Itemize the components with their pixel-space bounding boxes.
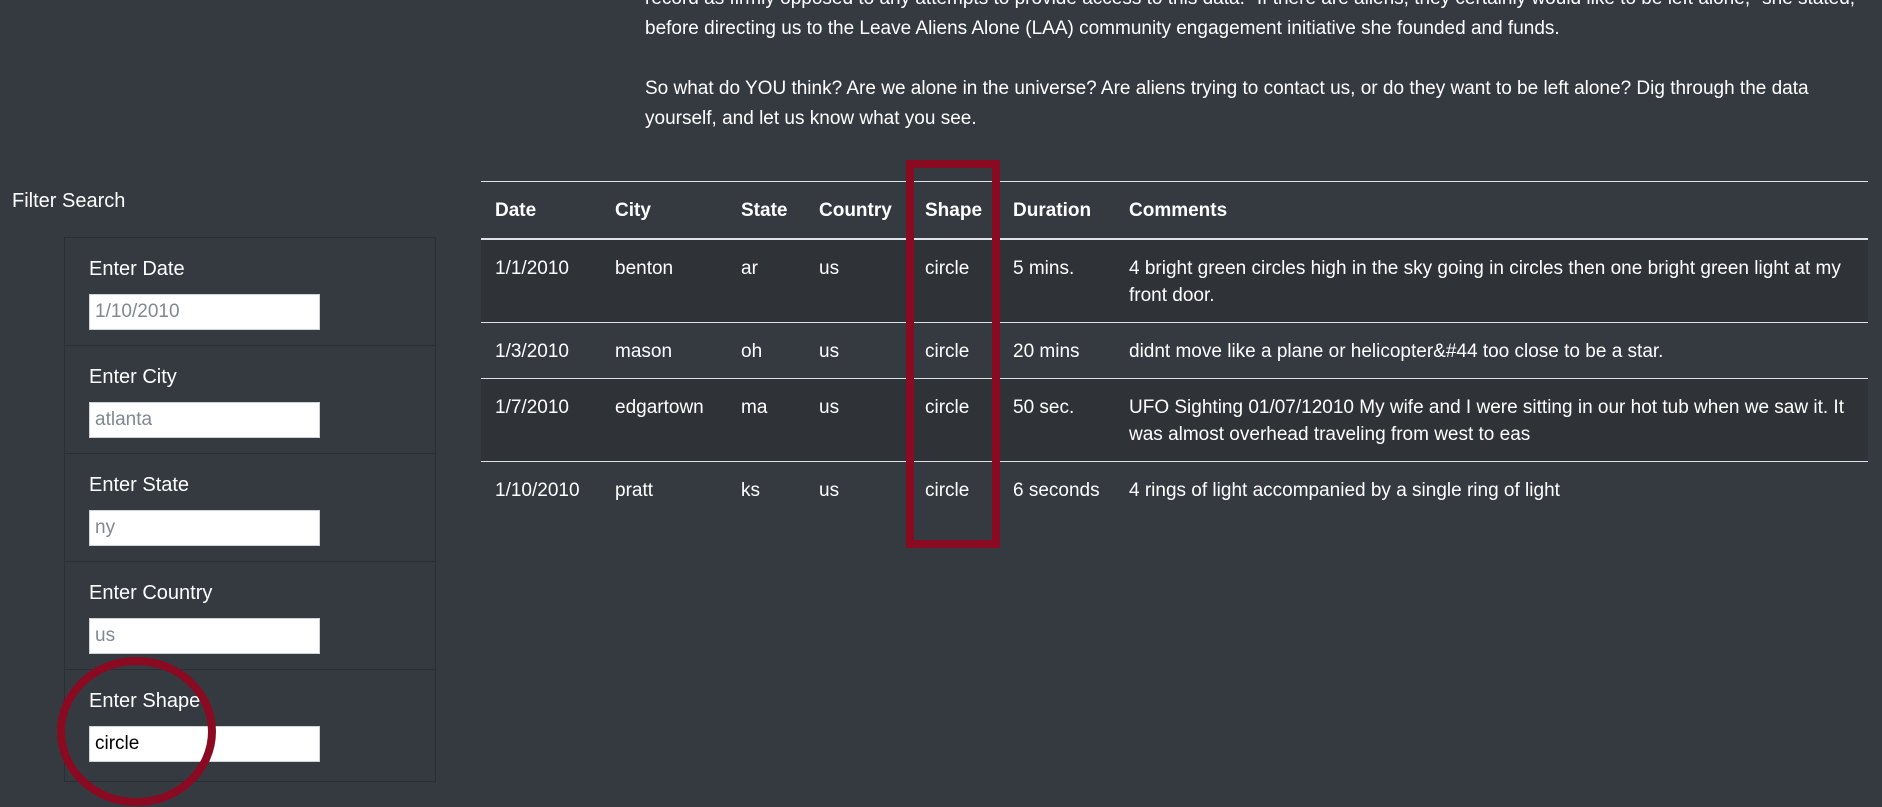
cell-shape: circle: [925, 480, 970, 501]
filter-search-title: Filter Search: [12, 190, 126, 212]
ufo-table-container: Date City State Country Shape Duration C…: [481, 181, 1868, 517]
cell-date: 1/10/2010: [495, 480, 580, 501]
filter-panel: Enter Date Enter City Enter State Enter …: [64, 237, 436, 782]
state-label: Enter State: [89, 474, 190, 496]
city-input[interactable]: [89, 402, 320, 438]
header-country: Country: [805, 181, 911, 240]
country-input[interactable]: [89, 618, 320, 654]
cell-date: 1/1/2010: [481, 239, 601, 323]
table-row: 1/7/2010 edgartown ma us circle 50 sec. …: [481, 378, 1868, 462]
cell-comments: 4 bright green circles high in the sky g…: [1115, 239, 1868, 323]
cell-city: edgartown: [601, 378, 727, 462]
cell-state: ks: [741, 480, 760, 501]
state-input[interactable]: [89, 510, 320, 546]
cell-country: us: [819, 480, 840, 501]
cell-state: ar: [727, 239, 805, 323]
filter-item-country: Enter Country: [65, 562, 435, 670]
intro-paragraph-2: So what do YOU think? Are we alone in th…: [645, 78, 1809, 129]
table-header-row: Date City State Country Shape Duration C…: [481, 181, 1868, 240]
cell-date: 1/7/2010: [481, 378, 601, 462]
header-state: State: [727, 181, 805, 240]
cell-duration: 20 mins: [999, 322, 1115, 379]
cell-country: us: [805, 239, 911, 323]
header-date: Date: [481, 181, 601, 240]
cell-country: us: [805, 322, 911, 379]
header-duration: Duration: [999, 181, 1115, 240]
intro-text: record as firmly opposed to any attempts…: [645, 0, 1860, 164]
date-label: Enter Date: [89, 258, 185, 280]
cell-comments: didnt move like a plane or helicopter&#4…: [1115, 322, 1868, 379]
cell-state: ma: [727, 378, 805, 462]
intro-paragraph-1: record as firmly opposed to any attempts…: [645, 0, 1855, 39]
cell-duration: 5 mins.: [999, 239, 1115, 323]
filter-item-date: Enter Date: [65, 238, 435, 346]
cell-duration: 6 seconds: [1013, 480, 1100, 501]
cell-city: pratt: [615, 480, 654, 501]
cell-state: oh: [727, 322, 805, 379]
filter-item-state: Enter State: [65, 454, 435, 562]
cell-shape: circle: [911, 322, 999, 379]
cell-date: 1/3/2010: [481, 322, 601, 379]
header-city: City: [601, 181, 727, 240]
cell-city: benton: [601, 239, 727, 323]
shape-input[interactable]: [89, 726, 320, 762]
filter-item-shape: Enter Shape: [65, 670, 435, 778]
country-label: Enter Country: [89, 582, 213, 604]
cell-comments: 4 rings of light accompanied by a single…: [1129, 480, 1560, 501]
cell-city: mason: [601, 322, 727, 379]
table-row: 1/10/2010 pratt ks us circle 6 seconds 4…: [481, 462, 1868, 518]
shape-label: Enter Shape: [89, 690, 201, 712]
date-input[interactable]: [89, 294, 320, 330]
ufo-sightings-table: Date City State Country Shape Duration C…: [481, 181, 1868, 517]
header-comments: Comments: [1115, 181, 1868, 240]
cell-duration: 50 sec.: [999, 378, 1115, 462]
table-row: 1/3/2010 mason oh us circle 20 mins didn…: [481, 322, 1868, 379]
cell-country: us: [805, 378, 911, 462]
city-label: Enter City: [89, 366, 177, 388]
table-row: 1/1/2010 benton ar us circle 5 mins. 4 b…: [481, 239, 1868, 323]
filter-item-city: Enter City: [65, 346, 435, 454]
cell-shape: circle: [911, 239, 999, 323]
cell-comments: UFO Sighting 01/07/12010 My wife and I w…: [1115, 378, 1868, 462]
header-shape: Shape: [911, 181, 999, 240]
cell-shape: circle: [911, 378, 999, 462]
